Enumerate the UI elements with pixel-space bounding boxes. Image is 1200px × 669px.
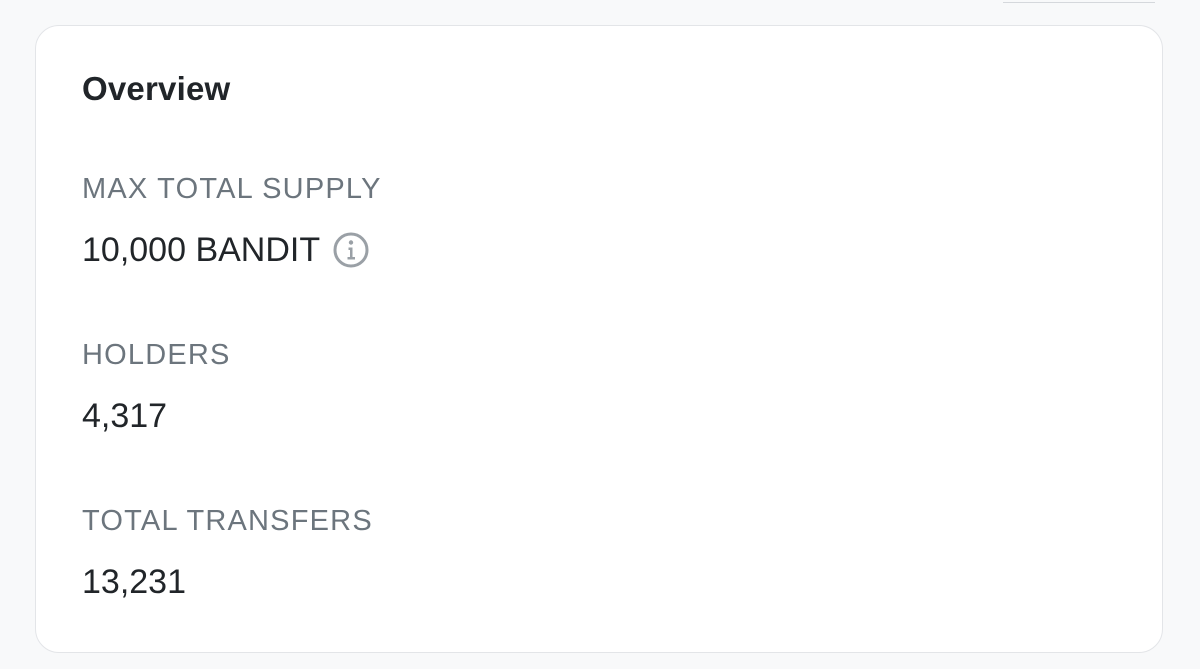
- holders-label: HOLDERS: [82, 339, 231, 371]
- max-total-supply-stat: MAX TOTAL SUPPLY 10,000 BANDIT: [82, 172, 382, 270]
- overview-card: Overview MAX TOTAL SUPPLY 10,000 BANDIT …: [35, 25, 1163, 653]
- max-total-supply-label: MAX TOTAL SUPPLY: [82, 173, 382, 205]
- total-transfers-label: TOTAL TRANSFERS: [82, 505, 373, 537]
- top-tab-edge: [1003, 0, 1155, 3]
- max-total-supply-row: 10,000 BANDIT: [82, 230, 382, 270]
- info-icon[interactable]: [332, 231, 370, 269]
- holders-stat: HOLDERS 4,317: [82, 338, 231, 436]
- total-transfers-stat: TOTAL TRANSFERS 13,231: [82, 504, 373, 602]
- max-total-supply-value: 10,000 BANDIT: [82, 231, 321, 269]
- holders-value: 4,317: [82, 397, 168, 435]
- total-transfers-value: 13,231: [82, 563, 186, 601]
- overview-title: Overview: [82, 70, 231, 107]
